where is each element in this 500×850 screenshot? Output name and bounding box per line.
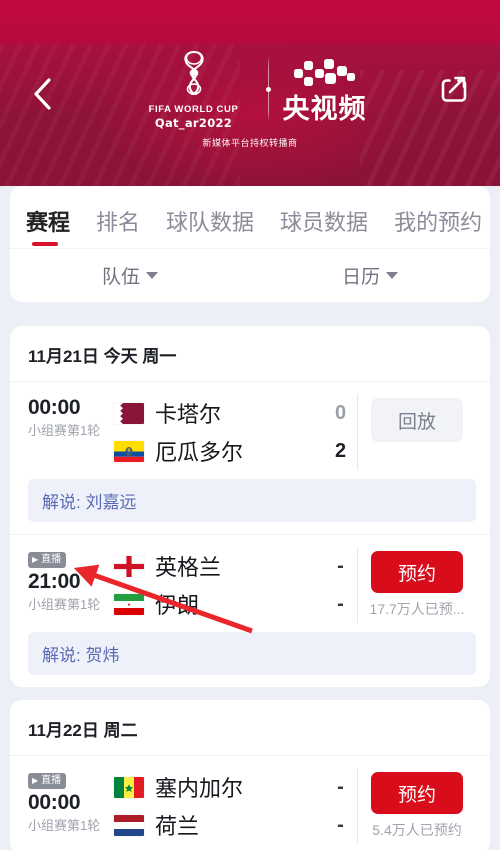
brand-lockup: FIFA WORLD CUP Qat_ar2022 央视频 新媒体平台持权转播商 (0, 49, 500, 149)
fifa-world-cup-logo: FIFA WORLD CUP Qat_ar2022 (134, 49, 254, 130)
match-action: 预约 17.7万人已预... (358, 547, 476, 619)
away-score: 2 (334, 439, 347, 462)
away-team: 厄瓜多尔 (114, 432, 324, 470)
cctv-logo-text: 央视频 (282, 93, 367, 124)
match-action: 预约 5.4万人已预约 (358, 768, 476, 840)
home-team-name: 卡塔尔 (155, 402, 222, 427)
fifa-logo-line2: Qat_ar2022 (154, 115, 233, 130)
match-time: 00:00 (28, 396, 81, 419)
live-badge: ▶ 直播 (28, 552, 67, 568)
away-team: 荷兰 (114, 806, 324, 844)
fifa-logo-line1: FIFA WORLD CUP (148, 103, 239, 115)
tab-team-stats[interactable]: 球队数据 (166, 212, 267, 248)
commentary-row[interactable]: 解说: 刘嘉远 (28, 479, 476, 522)
tab-player-stats[interactable]: 球员数据 (280, 212, 381, 248)
cctv-dots-icon (292, 56, 358, 93)
home-score: 0 (334, 401, 347, 424)
match-teams: 卡塔尔 厄瓜多尔 (114, 394, 324, 470)
booking-count: 5.4万人已预约 (372, 822, 462, 838)
tab-standings[interactable]: 排名 (96, 212, 153, 248)
filter-row: 队伍 日历 (10, 248, 490, 302)
tab-schedule[interactable]: 赛程 (26, 212, 83, 248)
match-row[interactable]: ▶ 直播 21:00 小组赛第1轮 英格兰 伊朗 - - 预约 17.7万人已预… (10, 534, 490, 687)
page-header: FIFA WORLD CUP Qat_ar2022 央视频 新媒体平台持权转播商 (0, 0, 500, 186)
play-icon: ▶ (32, 776, 39, 785)
home-team-name: 塞内加尔 (155, 776, 244, 801)
away-team-name: 荷兰 (155, 814, 200, 839)
brand-subtitle: 新媒体平台持权转播商 (202, 138, 298, 148)
booking-count: 17.7万人已预... (369, 601, 465, 617)
senegal-flag (114, 776, 144, 798)
match-round: 小组赛第1轮 (28, 423, 101, 439)
match-teams: 英格兰 伊朗 (114, 547, 324, 623)
england-flag (114, 555, 144, 577)
match-time-block: ▶ 直播 00:00 小组赛第1轮 (28, 768, 114, 835)
home-score: - (337, 554, 344, 577)
match-score: - - (324, 768, 358, 844)
day-date-header: 11月22日 周二 (10, 700, 490, 756)
home-team: 塞内加尔 (114, 768, 324, 806)
away-team-name: 伊朗 (155, 593, 200, 618)
match-round: 小组赛第1轮 (28, 818, 101, 834)
home-team: 英格兰 (114, 547, 324, 585)
day-date-header: 11月21日 今天 周一 (10, 326, 490, 382)
match-time-block: ▶ 直播 21:00 小组赛第1轮 (28, 547, 114, 614)
tabs-card: 赛程 排名 球队数据 球员数据 我的预约 队伍 日历 (10, 186, 490, 302)
away-score: - (337, 592, 344, 615)
tab-my-bookings[interactable]: 我的预约 (394, 212, 490, 248)
play-icon: ▶ (32, 555, 39, 564)
filter-team[interactable]: 队伍 (10, 262, 250, 289)
match-score: - - (324, 547, 358, 623)
live-badge-label: 直播 (41, 775, 62, 786)
home-team-name: 英格兰 (155, 555, 222, 580)
filter-calendar[interactable]: 日历 (250, 262, 490, 289)
match-round: 小组赛第1轮 (28, 597, 101, 613)
match-time: 21:00 (28, 570, 81, 593)
match-score: 0 2 (324, 394, 358, 470)
cctv-video-logo: 央视频 (283, 56, 367, 123)
qatar-flag (114, 402, 144, 424)
chevron-down-icon (146, 272, 158, 279)
filter-calendar-label: 日历 (341, 267, 380, 288)
netherlands-flag (114, 814, 144, 836)
iran-flag (114, 593, 144, 615)
away-team: 伊朗 (114, 585, 324, 623)
match-teams: 塞内加尔 荷兰 (114, 768, 324, 844)
brand-divider (265, 56, 271, 122)
tab-bar[interactable]: 赛程 排名 球队数据 球员数据 我的预约 (10, 186, 490, 248)
match-action: 回放 (358, 394, 476, 442)
replay-button[interactable]: 回放 (371, 398, 463, 442)
app-root: FIFA WORLD CUP Qat_ar2022 央视频 新媒体平台持权转播商… (0, 0, 500, 850)
day-card: 11月22日 周二 ▶ 直播 00:00 小组赛第1轮 塞内加尔 荷兰 - - … (10, 700, 490, 850)
away-score: - (337, 813, 344, 836)
chevron-down-icon (386, 272, 398, 279)
live-badge-label: 直播 (41, 554, 62, 565)
day-card: 11月21日 今天 周一 00:00 小组赛第1轮 卡塔尔 厄瓜多尔 0 2 回… (10, 326, 490, 687)
match-time-block: 00:00 小组赛第1轮 (28, 394, 114, 440)
match-row[interactable]: 00:00 小组赛第1轮 卡塔尔 厄瓜多尔 0 2 回放 解说: 刘嘉远 (10, 382, 490, 534)
live-badge: ▶ 直播 (28, 773, 67, 789)
fifa-trophy-icon (174, 49, 214, 102)
filter-team-label: 队伍 (101, 267, 140, 288)
commentary-row[interactable]: 解说: 贺炜 (28, 632, 476, 675)
status-bar-band (0, 0, 500, 44)
away-team-name: 厄瓜多尔 (155, 440, 244, 465)
match-time: 00:00 (28, 791, 81, 814)
book-button[interactable]: 预约 (371, 772, 463, 814)
book-button[interactable]: 预约 (371, 551, 463, 593)
home-team: 卡塔尔 (114, 394, 324, 432)
ecuador-flag (114, 440, 144, 462)
home-score: - (337, 775, 344, 798)
match-row[interactable]: ▶ 直播 00:00 小组赛第1轮 塞内加尔 荷兰 - - 预约 5.4万人已预… (10, 756, 490, 850)
